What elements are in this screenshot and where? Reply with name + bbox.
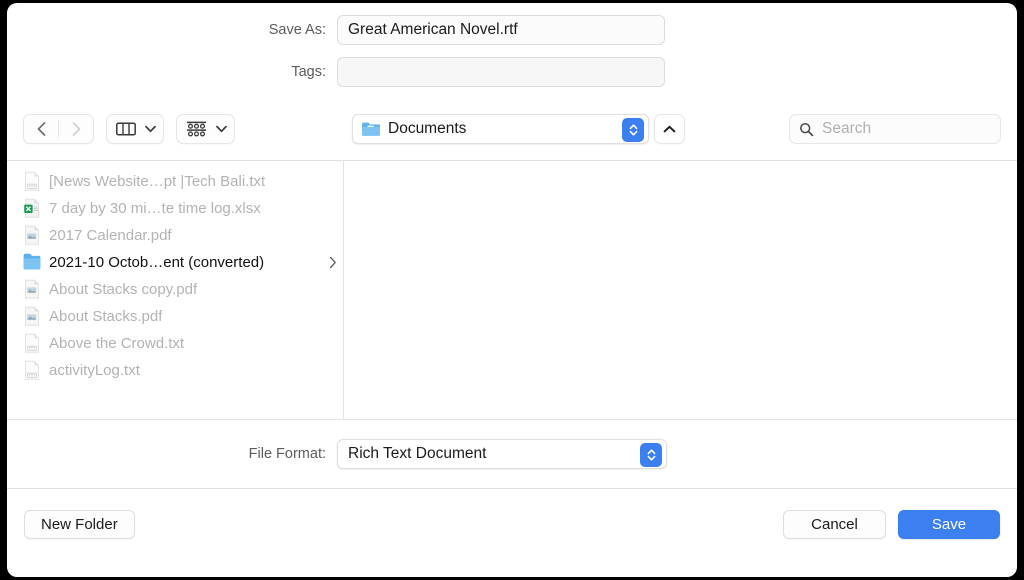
save-form-area: Save As: Great American Novel.rtf Tags: [7, 3, 1017, 88]
chevron-left-icon [36, 121, 47, 137]
location-name: Documents [388, 120, 466, 138]
go-up-button[interactable] [654, 114, 685, 144]
nav-arrows-group [23, 114, 94, 144]
tags-row: Tags: [7, 56, 1017, 88]
tags-input[interactable] [337, 57, 665, 87]
file-format-stepper[interactable] [640, 443, 662, 467]
save-button[interactable]: Save [898, 510, 1000, 539]
file-name: About Stacks.pdf [49, 308, 162, 325]
file-format-popup-button[interactable]: Rich Text Document [337, 439, 667, 469]
view-mode-button[interactable] [106, 114, 164, 144]
pdf-file-icon [23, 279, 41, 300]
location-stepper[interactable] [622, 118, 644, 142]
cancel-button[interactable]: Cancel [783, 510, 886, 539]
file-name: 2021-10 Octob…ent (converted) [49, 254, 264, 271]
file-name: [News Website…pt |Tech Bali.txt [49, 173, 265, 190]
preview-column [344, 161, 1017, 419]
txt-file-icon: TXT [23, 333, 41, 354]
chevron-down-icon [216, 125, 227, 133]
group-by-button[interactable] [176, 114, 235, 144]
forward-button[interactable] [59, 114, 93, 144]
folder-icon [23, 252, 41, 273]
file-name: activityLog.txt [49, 362, 140, 379]
new-folder-button[interactable]: New Folder [24, 510, 135, 539]
file-list-item[interactable]: 2021-10 Octob…ent (converted) [7, 249, 343, 276]
txt-file-icon: TXT [23, 171, 41, 192]
file-format-value: Rich Text Document [348, 445, 486, 463]
chevron-right-icon [329, 256, 337, 269]
up-down-chevron-icon [628, 122, 639, 138]
file-list-item[interactable]: About Stacks copy.pdf [7, 276, 343, 303]
xlsx-file-icon [23, 198, 41, 219]
blue-folder-icon [361, 121, 381, 137]
back-button[interactable] [24, 114, 58, 144]
file-browser: TXT [News Website…pt |Tech Bali.txt 7 day … [7, 160, 1017, 420]
search-icon [799, 122, 814, 137]
save-as-label: Save As: [7, 22, 337, 38]
navigation-toolbar: Documents Search [7, 98, 1017, 160]
location-popup-button[interactable]: Documents [352, 114, 649, 144]
file-list-item[interactable]: 7 day by 30 mi…te time log.xlsx [7, 195, 343, 222]
file-format-area: File Format: Rich Text Document [7, 420, 1017, 489]
file-list-column[interactable]: TXT [News Website…pt |Tech Bali.txt 7 day … [7, 161, 344, 419]
save-as-row: Save As: Great American Novel.rtf [7, 14, 1017, 46]
chevron-up-icon [663, 125, 676, 134]
file-format-label: File Format: [7, 446, 337, 462]
column-view-icon [116, 121, 136, 137]
file-name: 7 day by 30 mi…te time log.xlsx [49, 200, 261, 217]
group-by-icon [186, 121, 207, 138]
chevron-right-icon [71, 121, 82, 137]
svg-text:TXT: TXT [29, 374, 35, 378]
file-list-item[interactable]: 2017 Calendar.pdf [7, 222, 343, 249]
pdf-file-icon [23, 225, 41, 246]
up-down-chevron-icon [646, 447, 657, 463]
file-list-item[interactable]: TXT Above the Crowd.txt [7, 330, 343, 357]
save-dialog: Save As: Great American Novel.rtf Tags: [7, 3, 1017, 577]
dialog-button-bar: New Folder Cancel Save [7, 489, 1017, 559]
save-as-input[interactable]: Great American Novel.rtf [337, 15, 665, 45]
search-placeholder: Search [822, 120, 871, 138]
file-list-item[interactable]: TXT activityLog.txt [7, 357, 343, 384]
search-field[interactable]: Search [789, 114, 1001, 144]
tags-label: Tags: [7, 64, 337, 80]
txt-file-icon: TXT [23, 360, 41, 381]
file-list-item[interactable]: TXT [News Website…pt |Tech Bali.txt [7, 168, 343, 195]
file-name: 2017 Calendar.pdf [49, 227, 172, 244]
file-name: Above the Crowd.txt [49, 335, 184, 352]
svg-text:TXT: TXT [29, 185, 35, 189]
svg-text:TXT: TXT [29, 347, 35, 351]
file-list-item[interactable]: About Stacks.pdf [7, 303, 343, 330]
pdf-file-icon [23, 306, 41, 327]
chevron-down-icon [145, 125, 156, 133]
file-name: About Stacks copy.pdf [49, 281, 197, 298]
